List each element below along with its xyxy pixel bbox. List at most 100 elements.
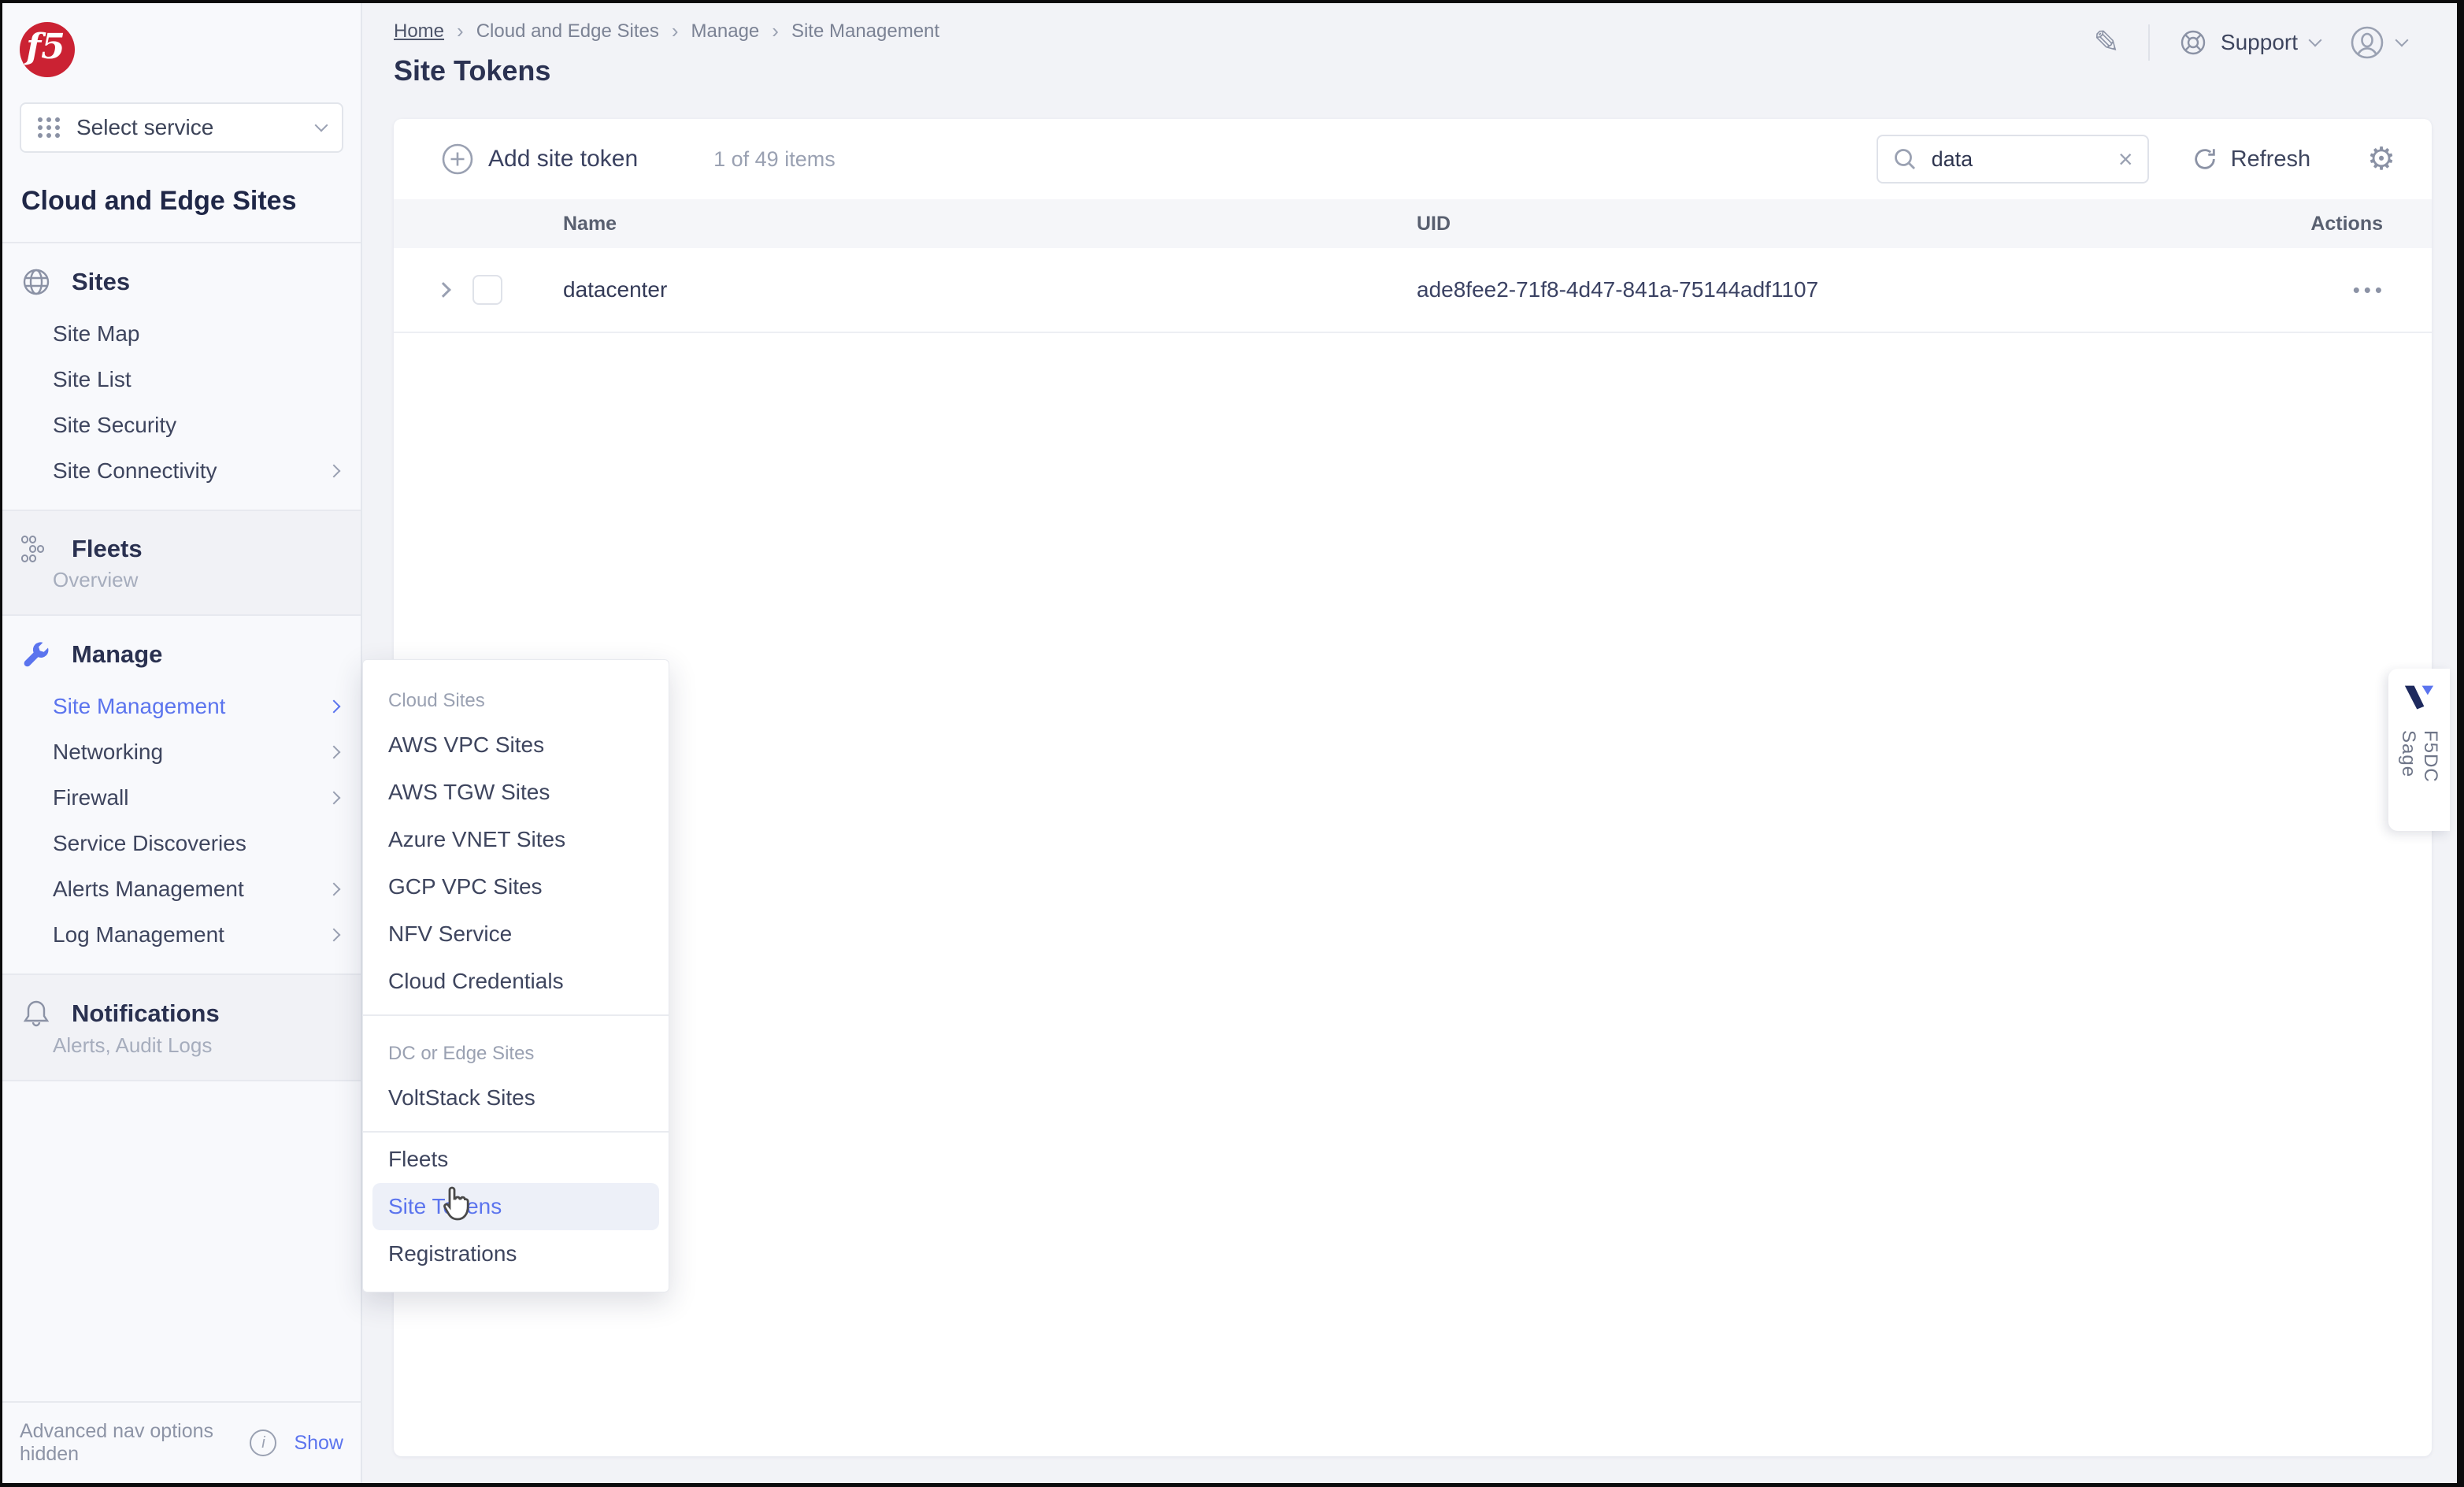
hand-cursor — [437, 1185, 475, 1226]
nav-section-notifications: Notifications Alerts, Audit Logs — [2, 975, 361, 1081]
globe-icon — [20, 267, 53, 297]
sidebar-item-networking[interactable]: Networking — [2, 729, 361, 775]
gear-icon[interactable]: ⚙ — [2367, 143, 2395, 175]
page-header: Home › Cloud and Edge Sites › Manage › S… — [364, 3, 2457, 87]
grid-icon — [37, 116, 61, 139]
sage-tab-label: F5DC Sage — [2397, 730, 2441, 831]
select-service-dropdown[interactable]: Select service — [20, 102, 343, 153]
chevron-right-icon — [328, 792, 341, 805]
show-advanced-nav-link[interactable]: Show — [294, 1432, 343, 1455]
breadcrumb-home[interactable]: Home — [394, 20, 444, 43]
flyout-item-fleets[interactable]: Fleets — [363, 1136, 669, 1183]
sidebar-item-service-discoveries[interactable]: Service Discoveries — [2, 821, 361, 866]
sidebar-nav: Sites Site Map Site List Site Security S… — [2, 242, 361, 1401]
plus-circle-icon — [441, 143, 474, 176]
header-actions: ✎ Support — [2093, 24, 2407, 61]
add-site-token-button[interactable]: Add site token — [441, 143, 638, 176]
app-root: f5 Select service Cloud and Edge Sites S… — [0, 0, 2464, 1487]
row-expand-icon[interactable] — [435, 282, 451, 298]
header-divider — [2148, 24, 2150, 61]
f5dc-sage-tab[interactable]: F5DC Sage — [2388, 669, 2450, 831]
column-header-name[interactable]: Name — [563, 213, 1417, 235]
product-title: Cloud and Edge Sites — [21, 186, 361, 217]
flyout-item-aws-tgw-sites[interactable]: AWS TGW Sites — [363, 769, 669, 816]
refresh-label: Refresh — [2231, 146, 2311, 172]
flyout-item-site-tokens[interactable]: Site Tokens — [372, 1183, 659, 1230]
search-input[interactable] — [1930, 146, 2106, 172]
sidebar-item-firewall[interactable]: Firewall — [2, 775, 361, 821]
sidebar-item-site-map[interactable]: Site Map — [2, 311, 361, 357]
table-header: Name UID Actions — [394, 199, 2432, 248]
cell-actions: ••• — [2260, 277, 2432, 302]
sidebar-item-site-management[interactable]: Site Management — [2, 684, 361, 729]
breadcrumb-manage[interactable]: Manage — [691, 20, 760, 43]
row-controls — [394, 275, 563, 305]
lifebuoy-icon — [2178, 28, 2208, 57]
breadcrumb-site-management[interactable]: Site Management — [791, 20, 939, 43]
table-row: datacenter ade8fee2-71f8-4d47-841a-75144… — [394, 248, 2432, 333]
chevron-down-icon — [2395, 34, 2409, 47]
sidebar-item-sites[interactable]: Sites — [2, 253, 361, 311]
chevron-right-icon — [328, 700, 341, 714]
refresh-button[interactable]: Refresh — [2192, 146, 2311, 172]
row-actions-menu-icon[interactable]: ••• — [2353, 278, 2386, 302]
row-checkbox[interactable] — [472, 275, 502, 305]
flyout-item-azure-vnet-sites[interactable]: Azure VNET Sites — [363, 816, 669, 863]
chevron-down-icon — [2309, 34, 2322, 47]
flyout-item-nfv-service[interactable]: NFV Service — [363, 910, 669, 958]
clear-search-icon[interactable]: × — [2118, 146, 2133, 172]
fleet-icon — [20, 535, 53, 563]
sidebar-item-site-list[interactable]: Site List — [2, 357, 361, 402]
fleets-subtitle: Overview — [2, 568, 361, 599]
add-site-token-label: Add site token — [488, 146, 638, 172]
sidebar-section-label: Sites — [72, 268, 130, 296]
advanced-nav-footer: Advanced nav options hidden i Show — [2, 1401, 361, 1483]
sidebar-item-site-connectivity[interactable]: Site Connectivity — [2, 448, 361, 494]
bell-icon — [20, 999, 53, 1029]
nav-section-manage: Manage Site Management Networking Firewa… — [2, 616, 361, 975]
column-header-uid[interactable]: UID — [1417, 213, 2257, 235]
flyout-item-registrations[interactable]: Registrations — [363, 1230, 669, 1277]
flyout-group-header-cloud-sites: Cloud Sites — [363, 666, 669, 721]
cell-name[interactable]: datacenter — [563, 277, 1417, 302]
sidebar-item-log-management[interactable]: Log Management — [2, 912, 361, 958]
sidebar-section-label: Fleets — [72, 535, 143, 563]
chevron-right-icon — [328, 883, 341, 896]
chevron-right-icon — [328, 746, 341, 759]
flyout-divider — [363, 1014, 669, 1016]
sidebar-item-site-security[interactable]: Site Security — [2, 402, 361, 448]
flyout-divider — [363, 1131, 669, 1133]
sidebar-section-label: Notifications — [72, 999, 220, 1028]
f5-logo: f5 — [20, 22, 75, 77]
sidebar-item-alerts-management[interactable]: Alerts Management — [2, 866, 361, 912]
avatar — [2348, 24, 2386, 61]
breadcrumb-cloud-and-edge-sites[interactable]: Cloud and Edge Sites — [476, 20, 659, 43]
items-count: 1 of 49 items — [713, 147, 836, 172]
pencil-icon[interactable]: ✎ — [2093, 27, 2120, 58]
wrench-icon — [20, 640, 53, 669]
support-menu[interactable]: Support — [2178, 28, 2320, 57]
notifications-subtitle: Alerts, Audit Logs — [2, 1033, 361, 1064]
column-header-actions: Actions — [2257, 213, 2432, 235]
flyout-item-aws-vpc-sites[interactable]: AWS VPC Sites — [363, 721, 669, 769]
advanced-nav-text: Advanced nav options hidden — [20, 1420, 239, 1466]
flyout-item-gcp-vpc-sites[interactable]: GCP VPC Sites — [363, 863, 669, 910]
support-label: Support — [2221, 30, 2298, 55]
f5-logo-text: f5 — [26, 30, 65, 65]
breadcrumb-separator: › — [672, 19, 679, 43]
flyout-item-cloud-credentials[interactable]: Cloud Credentials — [363, 958, 669, 1005]
site-tokens-card: Add site token 1 of 49 items × Refresh ⚙… — [394, 119, 2432, 1456]
sidebar-item-manage[interactable]: Manage — [2, 625, 361, 684]
account-menu[interactable] — [2348, 24, 2407, 61]
search-box: × — [1877, 135, 2149, 184]
info-icon: i — [250, 1430, 276, 1456]
breadcrumb-separator: › — [457, 19, 464, 43]
search-icon — [1892, 146, 1917, 172]
chevron-right-icon — [328, 929, 341, 942]
chevron-down-icon — [315, 119, 328, 132]
sidebar-item-fleets[interactable]: Fleets — [2, 521, 361, 568]
flyout-item-voltstack-sites[interactable]: VoltStack Sites — [363, 1074, 669, 1122]
sidebar-item-notifications[interactable]: Notifications — [2, 985, 361, 1033]
main-area: Home › Cloud and Edge Sites › Manage › S… — [364, 3, 2457, 1483]
site-management-flyout: Cloud Sites AWS VPC Sites AWS TGW Sites … — [362, 659, 669, 1292]
